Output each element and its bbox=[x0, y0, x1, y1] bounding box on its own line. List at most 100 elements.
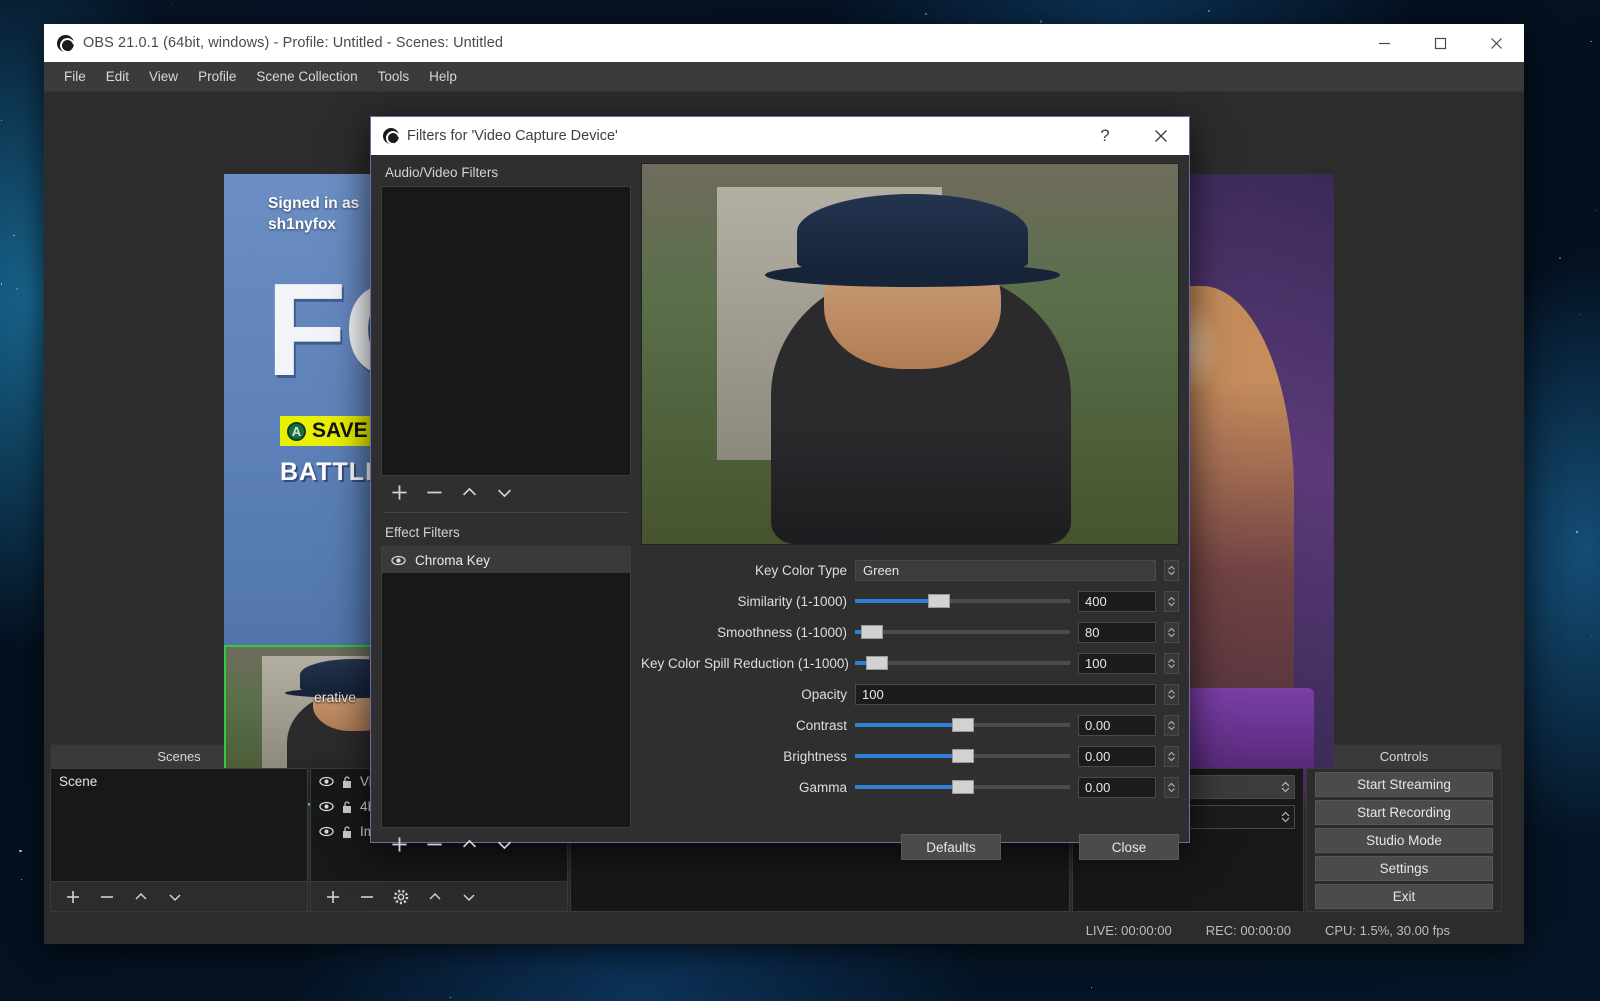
spill-reduction-row: Key Color Spill Reduction (1-1000) 100 bbox=[641, 652, 1179, 674]
star-speck bbox=[1040, 20, 1042, 22]
studio-mode-button[interactable]: Studio Mode bbox=[1315, 828, 1493, 853]
chevron-down-icon[interactable] bbox=[494, 834, 514, 854]
menu-item-edit[interactable]: Edit bbox=[96, 65, 139, 88]
minus-icon[interactable] bbox=[424, 834, 444, 854]
slider-knob[interactable] bbox=[866, 656, 888, 670]
similarity-slider[interactable] bbox=[855, 591, 1070, 611]
minus-icon[interactable] bbox=[97, 887, 117, 907]
scenes-dock: Scenes Scene bbox=[50, 744, 308, 912]
slider-knob[interactable] bbox=[928, 594, 950, 608]
gamma-slider[interactable] bbox=[855, 777, 1070, 797]
lock-icon[interactable] bbox=[341, 800, 353, 814]
chevron-up-icon[interactable] bbox=[425, 887, 445, 907]
brightness-slider[interactable] bbox=[855, 746, 1070, 766]
spinner-icon[interactable] bbox=[1164, 653, 1179, 674]
a-button-glyph: A bbox=[287, 422, 306, 441]
gear-icon[interactable] bbox=[391, 887, 411, 907]
eye-icon[interactable] bbox=[319, 824, 334, 839]
list-item[interactable]: Scene bbox=[51, 769, 307, 794]
contrast-slider[interactable] bbox=[855, 715, 1070, 735]
star-speck bbox=[1590, 41, 1591, 42]
star-speck bbox=[13, 235, 15, 237]
smoothness-value[interactable]: 80 bbox=[1078, 622, 1156, 643]
eye-icon[interactable] bbox=[319, 799, 334, 814]
minimize-icon[interactable] bbox=[1356, 24, 1412, 62]
spinner-icon[interactable] bbox=[1164, 777, 1179, 798]
menu-item-scene-collection[interactable]: Scene Collection bbox=[246, 65, 367, 88]
spill-reduction-slider[interactable] bbox=[855, 653, 1070, 673]
plus-icon[interactable] bbox=[63, 887, 83, 907]
controls-body: Start Streaming Start Recording Studio M… bbox=[1306, 768, 1502, 912]
smoothness-slider[interactable] bbox=[855, 622, 1070, 642]
chevron-up-icon[interactable] bbox=[131, 887, 151, 907]
slider-knob[interactable] bbox=[952, 749, 974, 763]
key-color-type-select[interactable]: Green bbox=[855, 560, 1156, 581]
spinner-icon[interactable] bbox=[1280, 810, 1291, 824]
chevron-up-icon[interactable] bbox=[459, 834, 479, 854]
scenes-list[interactable]: Scene bbox=[50, 768, 308, 882]
slider-knob[interactable] bbox=[861, 625, 883, 639]
start-recording-button[interactable]: Start Recording bbox=[1315, 800, 1493, 825]
window-controls bbox=[1356, 24, 1524, 62]
minus-icon[interactable] bbox=[424, 482, 444, 502]
star-speck bbox=[1, 283, 3, 285]
defaults-button[interactable]: Defaults bbox=[901, 834, 1001, 860]
controls-dock-title: Controls bbox=[1306, 744, 1502, 768]
close-icon[interactable] bbox=[1133, 117, 1189, 155]
menu-item-file[interactable]: File bbox=[54, 65, 96, 88]
menu-item-view[interactable]: View bbox=[139, 65, 188, 88]
filter-controls: Key Color Type Green Similarity (1-1000)… bbox=[641, 559, 1179, 798]
effect-filters-toolbar bbox=[381, 828, 631, 860]
filter-video-preview bbox=[641, 163, 1179, 545]
settings-button[interactable]: Settings bbox=[1315, 856, 1493, 881]
brightness-value[interactable]: 0.00 bbox=[1078, 746, 1156, 767]
spinner-icon[interactable] bbox=[1164, 622, 1179, 643]
help-icon[interactable]: ? bbox=[1077, 117, 1133, 155]
chevron-down-icon[interactable] bbox=[1164, 560, 1179, 581]
chevron-down-icon[interactable] bbox=[1280, 780, 1291, 794]
star-speck bbox=[21, 879, 22, 880]
opacity-row: Opacity 100 bbox=[641, 683, 1179, 705]
sources-toolbar bbox=[310, 882, 568, 912]
eye-icon[interactable] bbox=[319, 774, 334, 789]
chevron-up-icon[interactable] bbox=[459, 482, 479, 502]
username-text: sh1nyfox bbox=[268, 216, 336, 233]
maximize-icon[interactable] bbox=[1412, 24, 1468, 62]
lock-icon[interactable] bbox=[341, 825, 353, 839]
spinner-icon[interactable] bbox=[1164, 746, 1179, 767]
plus-icon[interactable] bbox=[323, 887, 343, 907]
source-overlay-text: erative bbox=[314, 689, 356, 705]
menu-item-tools[interactable]: Tools bbox=[368, 65, 420, 88]
minus-icon[interactable] bbox=[357, 887, 377, 907]
chevron-down-icon[interactable] bbox=[494, 482, 514, 502]
av-filters-label: Audio/Video Filters bbox=[381, 163, 631, 186]
slider-knob[interactable] bbox=[952, 780, 974, 794]
slider-knob[interactable] bbox=[952, 718, 974, 732]
effect-filters-list[interactable]: Chroma Key bbox=[381, 546, 631, 828]
menu-item-profile[interactable]: Profile bbox=[188, 65, 246, 88]
spinner-icon[interactable] bbox=[1164, 591, 1179, 612]
save-badge-text: SAVE bbox=[312, 419, 368, 443]
plus-icon[interactable] bbox=[389, 482, 409, 502]
gamma-value[interactable]: 0.00 bbox=[1078, 777, 1156, 798]
contrast-value[interactable]: 0.00 bbox=[1078, 715, 1156, 736]
close-icon[interactable] bbox=[1468, 24, 1524, 62]
exit-button[interactable]: Exit bbox=[1315, 884, 1493, 909]
list-item[interactable]: Chroma Key bbox=[382, 547, 630, 573]
menu-item-help[interactable]: Help bbox=[419, 65, 467, 88]
spinner-icon[interactable] bbox=[1164, 684, 1179, 705]
smoothness-row: Smoothness (1-1000) 80 bbox=[641, 621, 1179, 643]
similarity-value[interactable]: 400 bbox=[1078, 591, 1156, 612]
lock-icon[interactable] bbox=[341, 775, 353, 789]
opacity-field[interactable]: 100 bbox=[855, 684, 1156, 705]
eye-icon[interactable] bbox=[391, 553, 406, 568]
spinner-icon[interactable] bbox=[1164, 715, 1179, 736]
spill-reduction-label: Key Color Spill Reduction (1-1000) bbox=[641, 656, 847, 671]
av-filters-list[interactable] bbox=[381, 186, 631, 476]
chevron-down-icon[interactable] bbox=[459, 887, 479, 907]
start-streaming-button[interactable]: Start Streaming bbox=[1315, 772, 1493, 797]
chevron-down-icon[interactable] bbox=[165, 887, 185, 907]
close-button[interactable]: Close bbox=[1079, 834, 1179, 860]
plus-icon[interactable] bbox=[389, 834, 409, 854]
spill-reduction-value[interactable]: 100 bbox=[1078, 653, 1156, 674]
